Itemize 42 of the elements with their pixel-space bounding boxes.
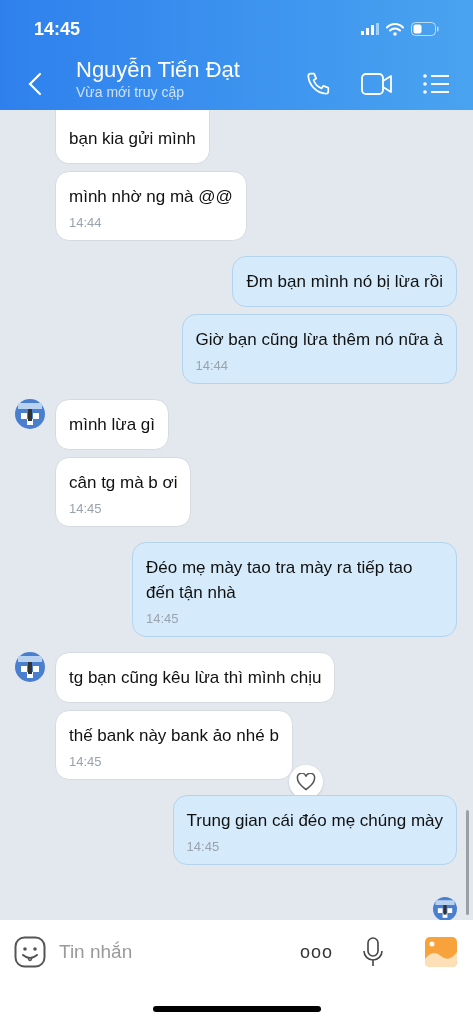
battery-icon: [411, 22, 439, 36]
message-bubble[interactable]: Đm bạn mình nó bị lừa rồi: [232, 256, 457, 307]
message-text: tg bạn cũng kêu lừa thì mình chịu: [69, 667, 322, 689]
message-time: 14:45: [146, 610, 180, 628]
message-input[interactable]: Tin nhắn: [59, 937, 259, 967]
message-text: mình nhờ ng mà @@: [69, 186, 233, 208]
message-bubble[interactable]: mình nhờ ng mà @@ 14:44: [55, 171, 247, 241]
wifi-icon: [386, 22, 404, 36]
message-bubble[interactable]: tg bạn cũng kêu lừa thì mình chịu: [55, 652, 336, 703]
avatar[interactable]: [15, 652, 45, 682]
avatar[interactable]: [15, 399, 45, 429]
message-text: bạn kia gửi mình: [69, 128, 196, 150]
message-text: Giờ bạn cũng lừa thêm nó nữa à: [195, 329, 443, 351]
message-bubble[interactable]: mình lừa gì: [55, 399, 170, 450]
message-text: Đm bạn mình nó bị lừa rồi: [246, 271, 443, 293]
message-bubble[interactable]: cân tg mà b ơi 14:45: [55, 457, 192, 527]
message-text: mình lừa gì: [69, 414, 156, 436]
message-bubble[interactable]: Giờ bạn cũng lừa thêm nó nữa à 14:44: [181, 314, 457, 384]
video-call-icon[interactable]: [361, 73, 393, 95]
message-time: 14:44: [69, 214, 103, 232]
message-text: Đéo mẹ mày tao tra mày ra tiếp tao đến tận nhà: [146, 557, 414, 604]
last-seen-status: Vừa mới truy cập: [76, 84, 186, 100]
message-text: thế bank này bank ảo nhé b: [69, 725, 279, 747]
heart-icon: [296, 773, 316, 791]
message-time: 14:44: [195, 357, 230, 375]
message-time: 14:45: [186, 838, 221, 856]
menu-icon[interactable]: [423, 74, 449, 94]
message-bubble[interactable]: thế bank này bank ảo nhé b 14:45: [55, 710, 293, 780]
more-button[interactable]: ooo: [299, 938, 333, 966]
status-time: 14:45: [34, 17, 81, 41]
message-bubble[interactable]: bạn kia gửi mình: [55, 110, 210, 164]
microphone-icon[interactable]: [363, 937, 383, 967]
message-bubble[interactable]: Đéo mẹ mày tao tra mày ra tiếp tao đến tận nhà 14:45: [132, 542, 457, 637]
phone-icon[interactable]: [305, 71, 331, 97]
message-text: Trung gian cái đéo mẹ chúng mày: [186, 810, 443, 832]
message-text: cân tg mà b ơi: [69, 472, 178, 494]
message-bubble[interactable]: Trung gian cái đéo mẹ chúng mày 14:45: [172, 795, 457, 865]
signal-icon: [361, 23, 379, 35]
message-time: 14:45: [69, 500, 103, 518]
sticker-icon[interactable]: [14, 936, 46, 968]
message-time: 14:45: [69, 753, 103, 771]
back-icon[interactable]: [28, 72, 42, 96]
